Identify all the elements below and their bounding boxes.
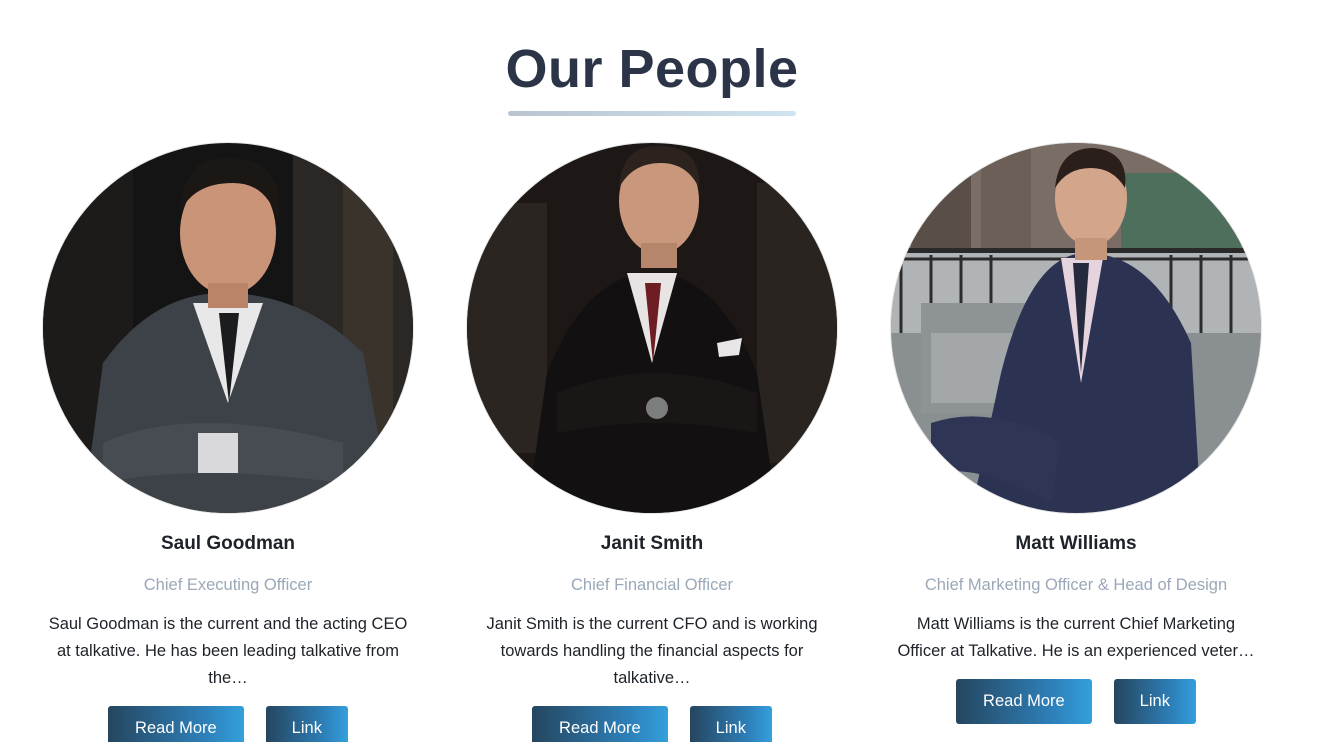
our-people-section: Our People Saul Goodman Chief Executing …	[0, 0, 1324, 742]
link-button[interactable]: Link	[1113, 679, 1196, 724]
person-name: Saul Goodman	[160, 533, 296, 554]
person-role: Chief Marketing Officer & Head of Design	[924, 576, 1228, 594]
person-photo	[891, 143, 1261, 513]
section-title: Our People	[505, 39, 799, 99]
person-card-janit-smith: Janit Smith Chief Financial Officer Jani…	[440, 143, 864, 742]
person-bio: Matt Williams is the current Chief Marke…	[897, 615, 1255, 660]
title-underline	[508, 111, 796, 116]
read-more-button[interactable]: Read More	[532, 706, 668, 742]
card-actions: Read More Link	[864, 679, 1288, 724]
person-photo	[43, 143, 413, 513]
read-more-button[interactable]: Read More	[108, 706, 244, 742]
person-name: Matt Williams	[1015, 533, 1137, 554]
card-actions: Read More Link	[16, 706, 440, 742]
person-card-matt-williams: Matt Williams Chief Marketing Officer & …	[864, 143, 1288, 724]
read-more-button[interactable]: Read More	[956, 679, 1092, 724]
person-card-saul-goodman: Saul Goodman Chief Executing Officer Sau…	[16, 143, 440, 742]
person-photo	[467, 143, 837, 513]
person-bio: Janit Smith is the current CFO and is wo…	[486, 615, 818, 687]
person-bio: Saul Goodman is the current and the acti…	[48, 615, 408, 687]
person-role: Chief Executing Officer	[143, 576, 313, 594]
link-button[interactable]: Link	[265, 706, 348, 742]
card-actions: Read More Link	[440, 706, 864, 742]
person-name: Janit Smith	[600, 533, 704, 554]
person-role: Chief Financial Officer	[570, 576, 733, 594]
link-button[interactable]: Link	[689, 706, 772, 742]
